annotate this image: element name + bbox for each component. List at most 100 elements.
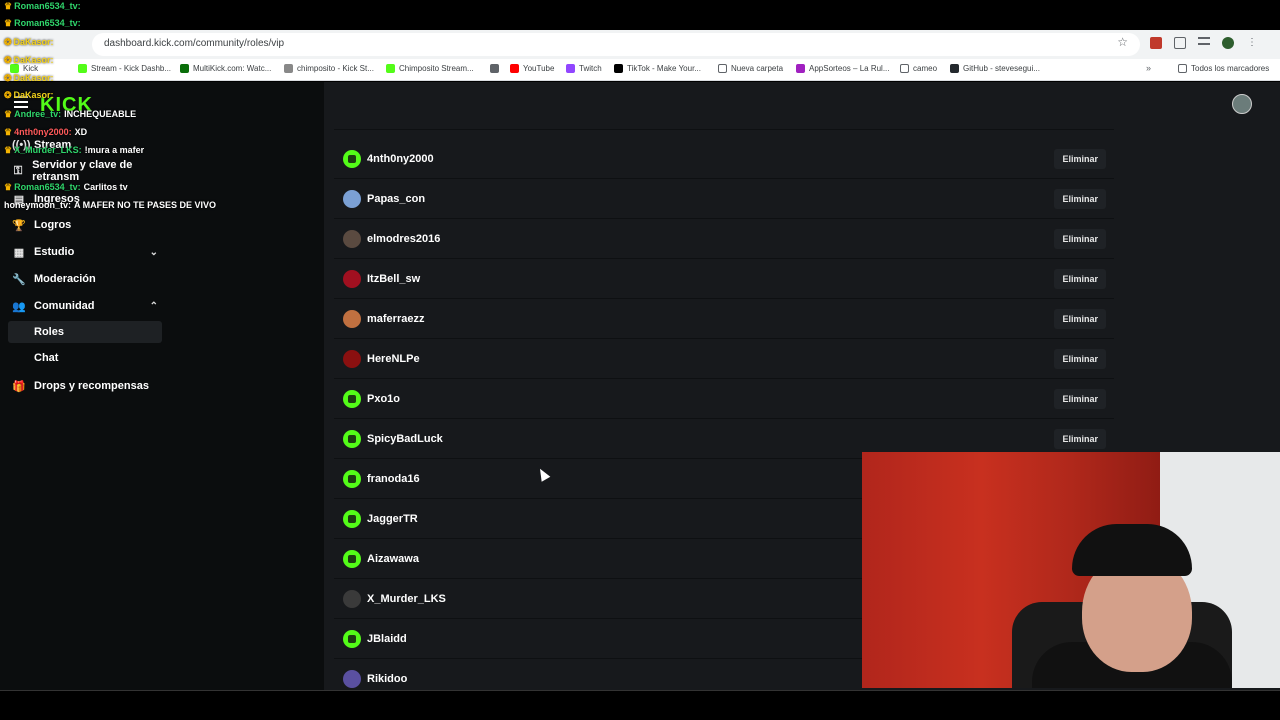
chevron-up-icon[interactable]: ⌃ xyxy=(150,301,158,312)
username: X_Murder_LKS xyxy=(367,592,446,605)
crown-badge-icon: ♛ xyxy=(4,18,13,28)
remove-vip-button[interactable]: Eliminar xyxy=(1054,189,1106,209)
remove-vip-button[interactable]: Eliminar xyxy=(1054,389,1106,409)
users-icon: 👥 xyxy=(12,300,26,313)
sidebar-subitem-roles[interactable]: Roles xyxy=(8,321,162,343)
bookmark-item[interactable]: Chimposito Stream... xyxy=(386,64,474,73)
chat-username: X_Murder_LKS: xyxy=(14,145,82,155)
bookmark-item[interactable]: Stream - Kick Dashb... xyxy=(78,64,171,73)
sidebar-item-logros[interactable]: 🏆 Logros xyxy=(8,214,162,236)
bookmark-label: Stream - Kick Dashb... xyxy=(91,64,172,73)
bookmark-item[interactable]: TikTok - Make Your... xyxy=(614,64,701,73)
sidebar-item-moderación[interactable]: 🔧 Moderación xyxy=(8,268,162,290)
browser-toolbar: dashboard.kick.com/community/roles/vip ☆… xyxy=(0,30,1280,59)
browser-menu-icon[interactable]: ⋮ xyxy=(1246,37,1258,49)
crown-badge-icon: ♛ xyxy=(4,109,13,119)
bookmark-item[interactable]: Twitch xyxy=(566,64,602,73)
remove-vip-button[interactable]: Eliminar xyxy=(1054,429,1106,449)
chat-text: Carlitos tv xyxy=(83,182,128,192)
sidebar: KICK ((•)) Stream ⚿ Servidor y clave de ret… xyxy=(0,82,170,690)
list-item: HereNLPe Eliminar xyxy=(334,339,1114,379)
username: Rikidoo xyxy=(367,672,408,685)
bookmark-item[interactable]: AppSorteos – La Rul... xyxy=(796,64,890,73)
sidebar-item-servidor[interactable]: ⚿ Servidor y clave de retransm xyxy=(8,159,162,183)
bookmark-favicon-icon xyxy=(180,64,189,73)
user-avatar[interactable] xyxy=(1232,94,1252,114)
user-avatar xyxy=(343,589,361,608)
user-avatar xyxy=(343,549,361,568)
sidebar-item-estudio[interactable]: ▦ Estudio ⌄ xyxy=(8,241,162,263)
username: JBlaidd xyxy=(367,632,407,645)
remove-vip-button[interactable]: Eliminar xyxy=(1054,269,1106,289)
gift-badge-icon: ❂ xyxy=(4,73,12,83)
username: ItzBell_sw xyxy=(367,272,421,285)
chat-username: DaKasor: xyxy=(13,73,54,83)
sidebar-item-label: Servidor y clave de retransm xyxy=(32,159,133,183)
bookmark-label: AppSorteos – La Rul... xyxy=(809,64,890,73)
folder-icon xyxy=(1178,64,1187,73)
sidebar-item-label: Drops y recompensas xyxy=(34,380,149,392)
taskbar xyxy=(0,690,1280,720)
bookmark-favicon-icon xyxy=(284,64,293,73)
chat-message: ❂ DaKasor: xyxy=(4,90,57,101)
user-avatar xyxy=(343,509,361,528)
user-avatar xyxy=(343,349,361,368)
chat-message: ❂ DaKasor: xyxy=(4,55,57,66)
bookmark-label: Chimposito Stream... xyxy=(399,64,474,73)
username: franoda16 xyxy=(367,472,420,485)
list-item: 4nth0ny2000 Eliminar xyxy=(334,139,1114,179)
chat-username: Roman6534_tv: xyxy=(14,18,81,28)
bookmarks-overflow-icon[interactable]: » xyxy=(1146,63,1151,73)
webcam-person-cap xyxy=(1072,524,1192,576)
address-bar[interactable]: dashboard.kick.com/community/roles/vip ☆ xyxy=(92,33,1140,56)
bookmark-star-icon[interactable]: ☆ xyxy=(1117,35,1128,49)
bookmark-item[interactable]: MultiKick.com: Watc... xyxy=(180,64,271,73)
chat-message: ♛ Andree_tv: INCHEQUEABLE xyxy=(4,109,136,120)
profile-avatar-icon[interactable] xyxy=(1222,37,1234,49)
bookmarks-bar: Kick Stream - Kick Dashb... MultiKick.com:… xyxy=(0,59,1280,81)
sidebar-subitem-chat[interactable]: Chat xyxy=(8,347,162,369)
bookmark-item[interactable]: YouTube xyxy=(510,64,554,73)
remove-vip-button[interactable]: Eliminar xyxy=(1054,149,1106,169)
folder-icon xyxy=(900,64,909,73)
all-bookmarks-label: Todos los marcadores xyxy=(1191,64,1270,73)
bookmark-item[interactable]: chimposito - Kick St... xyxy=(284,64,374,73)
list-item: elmodres2016 Eliminar xyxy=(334,219,1114,259)
chevron-down-icon[interactable]: ⌄ xyxy=(150,247,158,258)
extension-record-icon[interactable] xyxy=(1150,37,1162,49)
chat-username: DaKasor: xyxy=(13,55,54,65)
all-bookmarks-folder[interactable]: Todos los marcadores xyxy=(1178,64,1269,73)
gift-badge-icon: ❂ xyxy=(4,90,12,100)
crown-badge-icon: ♛ xyxy=(4,127,13,137)
list-item: Papas_con Eliminar xyxy=(334,179,1114,219)
bookmark-favicon-icon xyxy=(566,64,575,73)
bookmark-item[interactable]: cameo xyxy=(900,64,937,73)
bookmark-label: YouTube xyxy=(523,64,555,73)
bookmark-item[interactable]: GitHub - stevesegui... xyxy=(950,64,1040,73)
bookmark-favicon-icon xyxy=(950,64,959,73)
sidebar-item-comunidad[interactable]: 👥 Comunidad ⌃ xyxy=(8,295,162,317)
bookmark-label: GitHub - stevesegui... xyxy=(963,64,1040,73)
bookmark-item[interactable] xyxy=(490,64,503,73)
extensions-puzzle-icon[interactable] xyxy=(1174,37,1186,49)
chat-message: ♛ Roman6534_tv: xyxy=(4,1,84,12)
remove-vip-button[interactable]: Eliminar xyxy=(1054,349,1106,369)
user-avatar xyxy=(343,629,361,648)
gift-badge-icon: ❂ xyxy=(4,55,12,65)
extension-icons: ⋮ xyxy=(1150,37,1258,49)
chat-username: 4nth0ny2000: xyxy=(14,127,72,137)
remove-vip-button[interactable]: Eliminar xyxy=(1054,309,1106,329)
chat-username: Roman6534_tv: xyxy=(14,1,81,11)
bookmark-label: TikTok - Make Your... xyxy=(627,64,701,73)
chat-message: ♛ X_Murder_LKS: !mura a mafer xyxy=(4,145,144,156)
sidebar-item-drops[interactable]: 🎁 Drops y recompensas xyxy=(8,375,162,397)
username: HereNLPe xyxy=(367,352,420,365)
folder-icon xyxy=(718,64,727,73)
reading-list-icon[interactable] xyxy=(1198,37,1210,45)
chat-username: Roman6534_tv: xyxy=(14,182,81,192)
username: maferraezz xyxy=(367,312,425,325)
chat-message: ♛ Roman6534_tv: xyxy=(4,18,84,29)
bookmark-item[interactable]: Nueva carpeta xyxy=(718,64,783,73)
user-avatar xyxy=(343,669,361,688)
remove-vip-button[interactable]: Eliminar xyxy=(1054,229,1106,249)
